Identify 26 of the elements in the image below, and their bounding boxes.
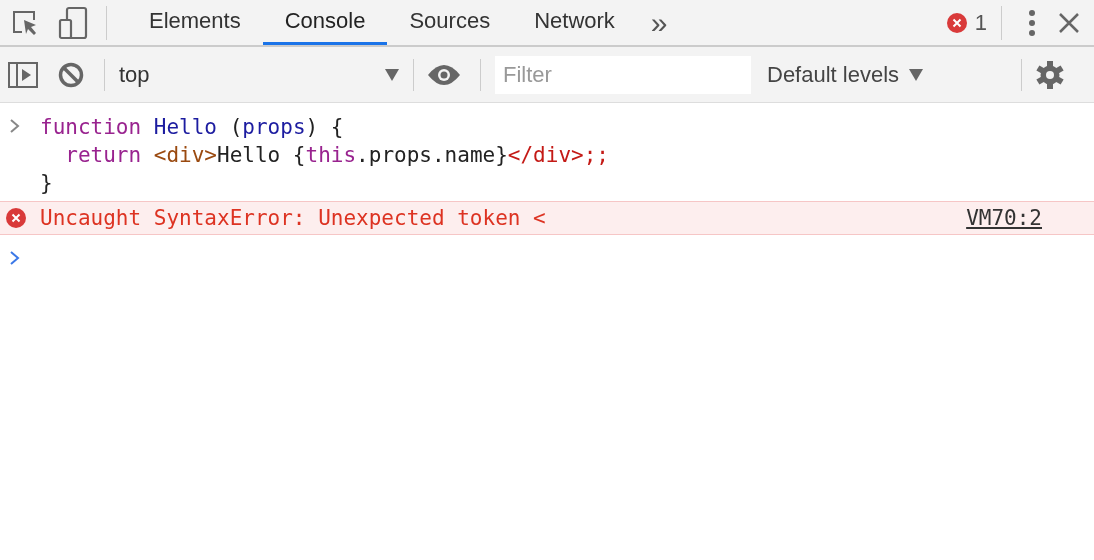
sidebar-toggle-icon[interactable]	[8, 61, 38, 88]
source-link[interactable]: VM70:2	[966, 206, 1042, 230]
menu-icon[interactable]	[1028, 8, 1036, 37]
error-icon	[6, 208, 26, 228]
eye-icon[interactable]	[428, 64, 460, 85]
code-line: }	[40, 170, 53, 197]
panel-tab[interactable]: Network	[512, 0, 637, 45]
device-toolbar-icon[interactable]	[58, 5, 88, 40]
context-dropdown[interactable]: top	[119, 61, 399, 88]
caret-icon	[385, 68, 399, 81]
code-line: return <div>Hello {this.props.name}</div>;;	[65, 142, 609, 169]
clear-icon[interactable]	[58, 61, 84, 88]
filter-field[interactable]: Filter	[495, 55, 751, 94]
code-line: function Hello (props) {	[40, 114, 344, 141]
error-message: Uncaught SyntaxError: Unexpected token <	[40, 206, 547, 230]
panel-tab[interactable]: Sources	[387, 0, 513, 45]
caret-icon	[909, 68, 924, 81]
close-icon[interactable]	[1058, 11, 1080, 34]
input-prompt-icon	[10, 119, 20, 133]
levels-dropdown[interactable]: Default levels	[767, 61, 924, 88]
error-count[interactable]: 1	[974, 9, 987, 36]
panel-tab[interactable]: Elements	[127, 0, 263, 45]
settings-icon[interactable]	[1036, 60, 1064, 89]
error-icon	[946, 12, 967, 33]
console-prompt-icon[interactable]	[10, 251, 20, 265]
more-tabs-button[interactable]: »	[650, 5, 668, 40]
